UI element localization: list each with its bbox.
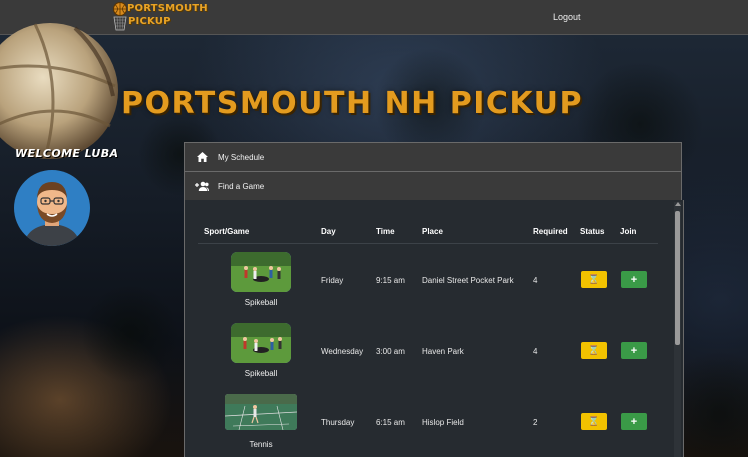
required-cell: 4	[533, 276, 538, 285]
join-button[interactable]: +	[621, 413, 647, 430]
day-cell: Friday	[321, 276, 344, 285]
column-header-sport: Sport/Game	[204, 227, 250, 236]
welcome-message: WELCOME LUBA	[15, 147, 119, 160]
home-icon	[195, 150, 209, 164]
required-cell: 4	[533, 347, 538, 356]
sport-name: Spikeball	[244, 298, 278, 307]
column-header-required: Required	[533, 227, 568, 236]
status-button[interactable]: ⌛	[581, 271, 607, 288]
user-avatar[interactable]	[14, 170, 90, 246]
volleyball-image	[0, 23, 118, 159]
games-panel: My Schedule Find a Game Sport/Game Day T…	[184, 142, 684, 457]
day-cell: Wednesday	[321, 347, 364, 356]
menu-my-schedule[interactable]: My Schedule	[184, 142, 682, 171]
logout-link[interactable]: Logout	[553, 12, 581, 22]
menu-find-a-game[interactable]: Find a Game	[184, 171, 682, 200]
time-cell: 6:15 am	[376, 418, 405, 427]
games-table: Sport/Game Day Time Place Required Statu…	[184, 200, 684, 457]
time-cell: 9:15 am	[376, 276, 405, 285]
table-row: Spikeball Friday 9:15 am Daniel Street P…	[185, 252, 665, 322]
group-add-icon	[195, 179, 209, 193]
status-button[interactable]: ⌛	[581, 342, 607, 359]
day-cell: Thursday	[321, 418, 355, 427]
sport-name: Spikeball	[244, 369, 278, 378]
place-cell: Daniel Street Pocket Park	[422, 276, 514, 285]
sport-thumbnail	[231, 323, 291, 363]
place-cell: Hislop Field	[422, 418, 464, 427]
status-button[interactable]: ⌛	[581, 413, 607, 430]
logo-line-2: PICKUP	[128, 16, 171, 27]
header-divider	[198, 243, 658, 244]
column-header-day: Day	[321, 227, 336, 236]
column-header-status: Status	[580, 227, 605, 236]
menu-my-schedule-label: My Schedule	[218, 152, 265, 162]
sport-thumbnail	[225, 394, 297, 430]
hourglass-icon: ⌛	[588, 345, 600, 355]
table-row: Spikeball Wednesday 3:00 am Haven Park 4…	[185, 323, 665, 393]
scroll-up-arrow-icon[interactable]	[675, 202, 681, 206]
hourglass-icon: ⌛	[588, 416, 600, 426]
logo-text: PORTSMOUTH PICKUP	[127, 2, 208, 28]
join-button[interactable]: +	[621, 271, 647, 288]
column-header-join: Join	[620, 227, 637, 236]
hero-title: PORTSMOUTH NH PICKUP	[121, 86, 583, 121]
hourglass-icon: ⌛	[588, 274, 600, 284]
required-cell: 2	[533, 418, 538, 427]
sport-thumbnail	[231, 252, 291, 292]
logo-line-1: PORTSMOUTH	[127, 3, 208, 14]
place-cell: Haven Park	[422, 347, 464, 356]
column-header-time: Time	[376, 227, 395, 236]
table-row: Tennis Thursday 6:15 am Hislop Field 2 ⌛…	[185, 394, 665, 457]
column-header-place: Place	[422, 227, 443, 236]
time-cell: 3:00 am	[376, 347, 405, 356]
vertical-scrollbar[interactable]	[674, 202, 681, 457]
menu-find-a-game-label: Find a Game	[218, 181, 265, 191]
sport-name: Tennis	[249, 440, 273, 449]
site-logo[interactable]: PORTSMOUTH PICKUP	[111, 0, 208, 32]
join-button[interactable]: +	[621, 342, 647, 359]
scroll-thumb[interactable]	[675, 211, 680, 345]
